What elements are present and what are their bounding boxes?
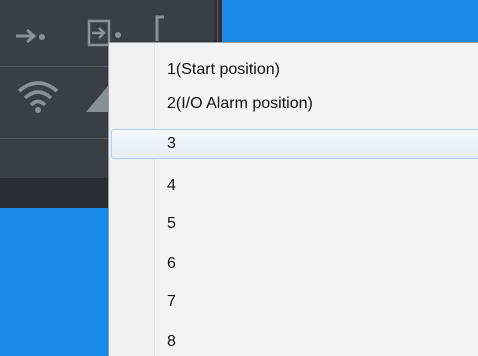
menu-item-3[interactable]: 3 [111, 129, 478, 159]
menu-item-5[interactable]: 5 [111, 209, 478, 239]
menu-item-2[interactable]: 2(I/O Alarm position) [111, 89, 478, 119]
menu-item-1[interactable]: 1(Start position) [111, 55, 478, 85]
bracket-icon[interactable] [152, 14, 168, 44]
wifi-icon[interactable] [16, 78, 60, 114]
arrow-right-dot-icon[interactable] [14, 24, 48, 48]
menu-item-8[interactable]: 8 [111, 327, 478, 356]
context-menu: 1(Start position) 2(I/O Alarm position) … [108, 42, 478, 356]
menu-item-6[interactable]: 6 [111, 249, 478, 279]
screen: 1(Start position) 2(I/O Alarm position) … [0, 0, 478, 356]
menu-item-4[interactable]: 4 [111, 171, 478, 201]
menu-item-7[interactable]: 7 [111, 287, 478, 317]
